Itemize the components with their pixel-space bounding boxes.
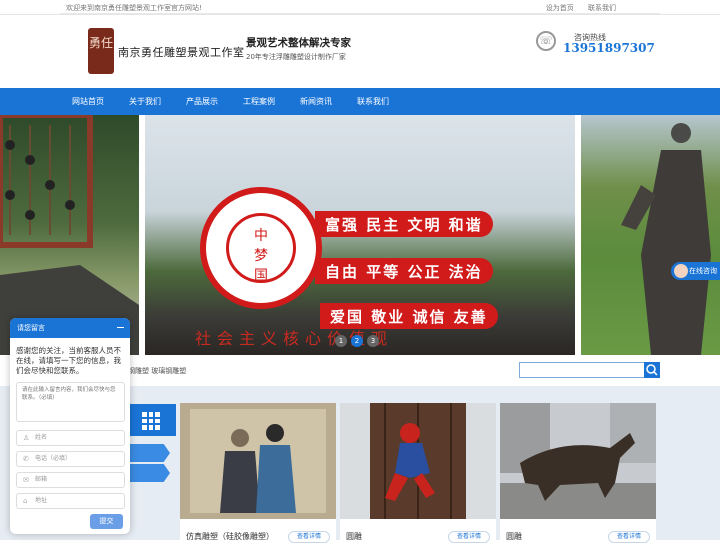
nav-item-about[interactable]: 关于我们 xyxy=(129,96,161,107)
hot-keywords[interactable]: 钢雕塑 玻璃钢雕塑 xyxy=(128,366,186,376)
home-icon: ⌂ xyxy=(23,497,28,505)
category-header xyxy=(128,404,176,436)
product-card[interactable]: 圆雕 查看详情 xyxy=(340,403,496,543)
product-image-spiderman xyxy=(340,403,496,519)
phone-icon: ☏ xyxy=(536,31,556,51)
site-header: 勇任 南京勇任雕塑景观工作室 景观艺术整体解决专家 20年专注浮雕雕塑设计制作厂… xyxy=(0,16,720,88)
category-item[interactable] xyxy=(128,464,170,482)
grid-icon xyxy=(142,412,160,430)
logo-seal[interactable]: 勇任 xyxy=(88,28,114,74)
product-title: 圆雕 xyxy=(346,532,362,541)
product-more-button[interactable]: 查看详情 xyxy=(288,531,330,543)
main-nav: 网站首页 关于我们 产品展示 工程案例 新闻资讯 联系我们 xyxy=(0,88,720,115)
chat-message: 感谢您的关注，当前客服人员不在线，请填写一下您的信息，我们会尽快和您联系。 xyxy=(16,346,121,375)
address-field[interactable]: ⌂ 地址 xyxy=(16,493,125,509)
agent-avatar xyxy=(674,264,688,278)
nav-item-home[interactable]: 网站首页 xyxy=(72,96,104,107)
search-icon xyxy=(646,364,658,376)
slide-bronze-statue xyxy=(581,115,720,355)
product-more-button[interactable]: 查看详情 xyxy=(448,531,490,543)
slide-core-values-sign: 中 梦 国 富强 民主 文明 和谐 自由 平等 公正 法治 爱国 敬业 诚信 友… xyxy=(145,115,575,355)
product-title: 仿真雕塑（硅胶像雕塑） xyxy=(186,532,274,541)
china-dream-text: 中 梦 国 xyxy=(226,213,296,284)
product-more-button[interactable]: 查看详情 xyxy=(608,531,650,543)
chat-title: 请您留言 xyxy=(17,324,45,332)
search-button[interactable] xyxy=(644,362,660,378)
contact-link[interactable]: 联系我们 xyxy=(588,4,616,12)
mail-icon: ✉ xyxy=(23,476,29,484)
nav-item-products[interactable]: 产品展示 xyxy=(186,96,218,107)
user-icon: ♙ xyxy=(23,434,30,442)
welcome-text: 欢迎来到南京勇任雕塑景观工作室官方网站! xyxy=(66,4,202,12)
product-card[interactable]: 圆雕 查看详情 xyxy=(500,403,656,543)
phone-icon: ✆ xyxy=(23,455,29,463)
leave-message-widget: 请您留言 感谢您的关注，当前客服人员不在线，请填写一下您的信息，我们会尽快和您联… xyxy=(10,318,130,534)
online-consult-button[interactable]: 在线咨询 xyxy=(671,262,720,280)
chat-header: 请您留言 xyxy=(10,318,130,338)
divider xyxy=(60,13,660,14)
carousel-dot-1[interactable]: 1 xyxy=(335,335,347,347)
category-item[interactable] xyxy=(128,444,170,462)
top-bar: 欢迎来到南京勇任雕塑景观工作室官方网站! 设为首页 联系我们 xyxy=(0,0,720,15)
sign-line-2: 自由 平等 公正 法治 xyxy=(315,258,493,284)
sign-base-text: 社会主义核心价值观 xyxy=(195,329,394,348)
product-card[interactable]: 仿真雕塑（硅胶像雕塑） 查看详情 xyxy=(180,403,336,543)
hotline-number: 13951897307 xyxy=(563,41,655,55)
slogan-sub: 20年专注浮雕雕塑设计制作厂家 xyxy=(246,53,346,61)
name-field[interactable]: ♙ 姓名 xyxy=(16,430,125,446)
sign-line-1: 富强 民主 文明 和谐 xyxy=(315,211,493,237)
minimize-icon[interactable] xyxy=(117,327,124,328)
top-links: 设为首页 联系我们 xyxy=(534,3,616,13)
online-consult-label: 在线咨询 xyxy=(689,267,717,275)
submit-button[interactable]: 提交 xyxy=(90,514,123,529)
carousel-dot-3[interactable]: 3 xyxy=(367,335,379,347)
nav-item-news[interactable]: 新闻资讯 xyxy=(300,96,332,107)
bronze-statue-image xyxy=(621,123,711,355)
china-dream-badge: 中 梦 国 xyxy=(200,187,322,309)
product-title: 圆雕 xyxy=(506,532,522,541)
message-textarea[interactable] xyxy=(16,382,125,422)
search-input[interactable] xyxy=(519,362,645,378)
carousel-dot-2[interactable]: 2 xyxy=(351,335,363,347)
company-name: 南京勇任雕塑景观工作室 xyxy=(118,46,245,59)
nav-item-cases[interactable]: 工程案例 xyxy=(243,96,275,107)
nav-item-contact[interactable]: 联系我们 xyxy=(357,96,389,107)
product-image-silicone-figures xyxy=(180,403,336,519)
phone-field[interactable]: ✆ 电话（必填） xyxy=(16,451,125,467)
email-field[interactable]: ✉ 邮箱 xyxy=(16,472,125,488)
slogan-main: 景观艺术整体解决专家 xyxy=(246,37,351,49)
set-home-link[interactable]: 设为首页 xyxy=(546,4,574,12)
product-image-bull xyxy=(500,403,656,519)
